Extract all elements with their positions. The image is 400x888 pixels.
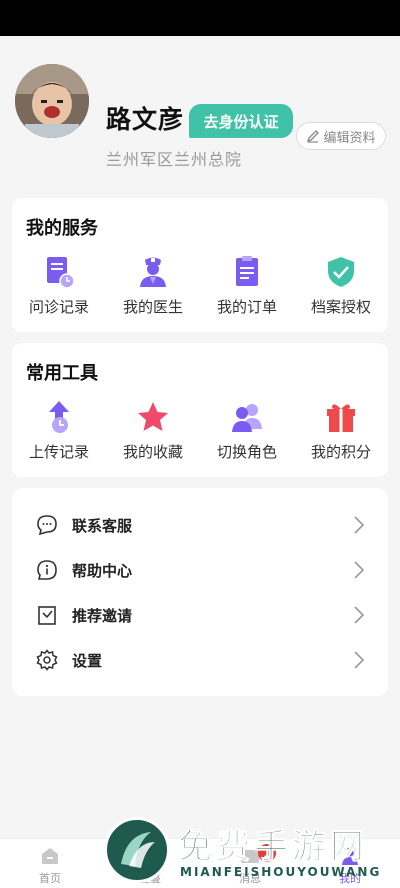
service-my-order[interactable]: 我的订单: [200, 254, 294, 317]
edit-profile-label: 编辑资料: [323, 130, 376, 146]
tool-label: 我的收藏: [122, 443, 183, 461]
hospital-name: 兰州军区兰州总院: [106, 150, 243, 169]
upload-icon: [49, 401, 69, 433]
avatar-photo: [15, 64, 89, 138]
watermark-logo: [104, 817, 170, 883]
service-label: 我的医生: [122, 298, 183, 316]
chevron-right-icon: [354, 606, 365, 624]
tool-my-favorites[interactable]: 我的收藏: [106, 399, 200, 462]
shield-check-icon: [328, 257, 354, 287]
doctor-icon: [140, 257, 166, 287]
home-icon: [42, 848, 58, 864]
chat-icon: [37, 515, 57, 536]
chevron-right-icon: [354, 651, 365, 669]
service-my-doctor[interactable]: 我的医生: [106, 254, 200, 317]
avatar[interactable]: [15, 64, 89, 138]
chevron-right-icon: [354, 561, 365, 579]
watermark-title: 免费手游网: [178, 827, 368, 868]
tools-title: 常用工具: [26, 363, 98, 384]
watermark: 免费手游网 MIANFEISHOUYOUWANG: [100, 815, 400, 888]
tool-label: 上传记录: [28, 443, 89, 461]
tab-home[interactable]: 首页: [0, 839, 100, 888]
tools-card: 常用工具 上传记录 我的收藏 切换角色 我的积分: [12, 343, 388, 477]
invite-icon: [38, 606, 56, 625]
switch-user-icon: [232, 404, 262, 432]
tool-switch-role[interactable]: 切换角色: [200, 399, 294, 462]
menu-label: 帮助中心: [72, 561, 133, 580]
menu-label: 设置: [72, 651, 103, 670]
star-icon: [138, 402, 168, 431]
info-icon: [37, 560, 57, 580]
gift-icon: [327, 404, 355, 432]
service-record-auth[interactable]: 档案授权: [294, 254, 388, 317]
tab-label: 首页: [39, 872, 61, 885]
menu-item-invite[interactable]: 推荐邀请: [12, 593, 388, 637]
menu-item-settings[interactable]: 设置: [12, 638, 388, 682]
pencil-icon: [307, 130, 320, 143]
tool-my-points[interactable]: 我的积分: [294, 399, 388, 462]
services-card: 我的服务 问诊记录 我的医生 我的订单 档案授权: [12, 198, 388, 332]
menu-item-help-center[interactable]: 帮助中心: [12, 548, 388, 592]
chevron-right-icon: [354, 516, 365, 534]
watermark-subtitle: MIANFEISHOUYOUWANG: [180, 865, 382, 879]
user-name: 路文彦: [106, 105, 185, 134]
tool-label: 我的积分: [310, 443, 371, 461]
service-consult-record[interactable]: 问诊记录: [12, 254, 106, 317]
services-title: 我的服务: [26, 218, 98, 239]
menu-item-customer-service[interactable]: 联系客服: [12, 503, 388, 547]
service-label: 问诊记录: [28, 298, 89, 316]
tool-label: 切换角色: [216, 443, 277, 461]
status-bar: [0, 0, 400, 36]
watermark-logo-mark: [121, 832, 155, 868]
order-icon: [236, 256, 258, 286]
edit-profile-button[interactable]: 编辑资料: [296, 122, 386, 150]
service-label: 档案授权: [310, 298, 371, 316]
consult-record-icon: [47, 257, 75, 289]
service-label: 我的订单: [216, 298, 277, 316]
menu-label: 推荐邀请: [72, 606, 133, 625]
gear-icon: [36, 649, 58, 671]
tool-upload-record[interactable]: 上传记录: [12, 399, 106, 462]
menu-card: 联系客服 帮助中心 推荐邀请 设置: [12, 488, 388, 696]
verify-identity-button[interactable]: 去身份认证: [189, 104, 293, 138]
menu-label: 联系客服: [72, 516, 133, 535]
